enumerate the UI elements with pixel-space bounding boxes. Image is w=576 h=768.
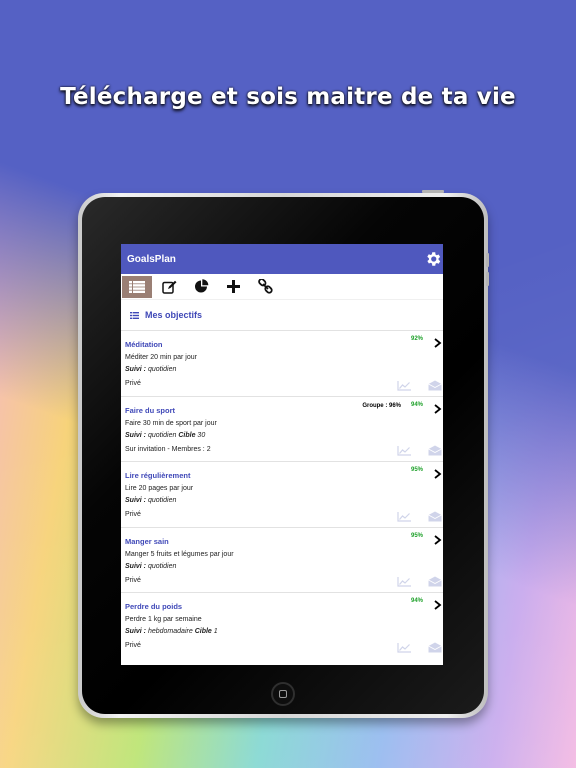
chevron-right-icon[interactable] [434, 534, 442, 545]
tablet-power-button [422, 190, 444, 193]
goal-privacy: Sur invitation - Membres : 2 [125, 445, 211, 453]
app-screen: GoalsPlan Mes objectifs Méditation Médit… [121, 244, 443, 665]
list-icon [129, 280, 145, 293]
chevron-right-icon[interactable] [434, 403, 442, 414]
goal-tracking: Suivi : quotidien [125, 366, 439, 373]
chevron-right-icon[interactable] [434, 338, 442, 348]
goal-card[interactable]: Lire régulièrement Lire 20 pages par jou… [121, 461, 443, 527]
tracking-label: Suivi : [125, 562, 147, 570]
mail-icon[interactable] [428, 380, 442, 391]
goal-card[interactable]: Faire du sport Faire 30 min de sport par… [121, 395, 443, 462]
goal-tracking: Suivi : quotidien [125, 497, 439, 504]
mail-icon[interactable] [428, 511, 442, 522]
toolbar [121, 274, 443, 300]
goal-title[interactable]: Manger sain [125, 537, 439, 546]
section-title: Mes objectifs [145, 310, 203, 320]
tab-list[interactable] [122, 275, 152, 298]
tablet-side-button [486, 272, 489, 286]
tracking-value: hebdomadaire [147, 628, 193, 635]
goal-percent: 92% [410, 336, 423, 342]
tracking-label: Suivi : [125, 366, 147, 373]
goal-privacy: Privé [125, 642, 141, 649]
tracking-label: Suivi : [125, 628, 147, 635]
goal-percent: 95% [410, 532, 423, 539]
target-label: Cible [194, 628, 212, 635]
section-header: Mes objectifs [121, 300, 443, 330]
goal-card[interactable]: Méditation Méditer 20 min par jour Suivi… [121, 330, 443, 396]
link-icon [257, 279, 273, 294]
target-value: 30 [197, 431, 206, 439]
tab-add[interactable] [218, 276, 248, 298]
tab-stats[interactable] [186, 276, 216, 298]
goal-title[interactable]: Méditation [125, 340, 439, 349]
home-square-icon [279, 690, 287, 698]
tracking-value: quotidien [147, 497, 177, 504]
goal-privacy: Privé [125, 380, 141, 387]
goal-description: Manger 5 fruits et légumes par jour [125, 550, 234, 558]
chart-icon[interactable] [397, 446, 411, 456]
settings-gear-icon[interactable] [424, 250, 442, 268]
tracking-label: Suivi : [125, 497, 147, 504]
goal-privacy: Privé [125, 511, 141, 518]
goal-description: Lire 20 pages par jour [125, 485, 194, 492]
goal-percent: 94% [410, 401, 423, 408]
chevron-right-icon[interactable] [434, 469, 442, 479]
tablet-home-button[interactable] [271, 682, 295, 706]
list-icon [130, 311, 139, 319]
tablet-side-button [486, 253, 489, 267]
promo-headline: Télécharge et sois maitre de ta vie [60, 84, 516, 110]
goal-privacy: Privé [125, 576, 141, 584]
goal-card[interactable]: Manger sain Manger 5 fruits et légumes p… [121, 526, 443, 593]
mail-icon[interactable] [428, 576, 442, 587]
goal-card[interactable]: Perdre du poids Perdre 1 kg par semaine … [121, 592, 443, 658]
mail-icon[interactable] [428, 445, 442, 456]
tracking-value: quotidien [147, 562, 177, 570]
target-value: 1 [213, 628, 218, 635]
goal-tracking: Suivi : quotidien [125, 563, 439, 570]
goal-title[interactable]: Perdre du poids [125, 602, 439, 611]
tab-link[interactable] [250, 276, 280, 298]
mail-icon[interactable] [428, 642, 442, 653]
app-header: GoalsPlan [121, 244, 443, 274]
goal-description: Perdre 1 kg par semaine [125, 616, 202, 623]
app-title: GoalsPlan [127, 253, 176, 265]
tracking-value: quotidien [147, 366, 177, 373]
edit-icon [161, 280, 176, 294]
goal-description: Faire 30 min de sport par jour [125, 419, 217, 427]
target-label: Cible [178, 431, 196, 439]
goals-list: Méditation Méditer 20 min par jour Suivi… [121, 330, 443, 658]
chart-icon[interactable] [397, 511, 411, 522]
goal-title[interactable]: Lire régulièrement [125, 471, 439, 480]
goal-tracking: Suivi : quotidien Cible 30 [125, 432, 439, 439]
chevron-right-icon[interactable] [434, 600, 442, 610]
goal-tracking: Suivi : hebdomadaire Cible 1 [125, 628, 439, 635]
pie-chart-icon [194, 279, 208, 293]
goal-percent: 95% [410, 467, 423, 473]
tab-edit[interactable] [154, 276, 184, 298]
group-percent: Groupe : 96% [362, 402, 401, 409]
tracking-value: quotidien [147, 431, 177, 439]
goal-percent: 94% [410, 598, 423, 604]
tracking-label: Suivi : [125, 431, 147, 439]
chart-icon[interactable] [397, 577, 411, 587]
chart-icon[interactable] [397, 642, 411, 653]
goal-description: Méditer 20 min par jour [125, 354, 197, 361]
plus-icon [226, 280, 240, 293]
chart-icon[interactable] [397, 380, 411, 391]
